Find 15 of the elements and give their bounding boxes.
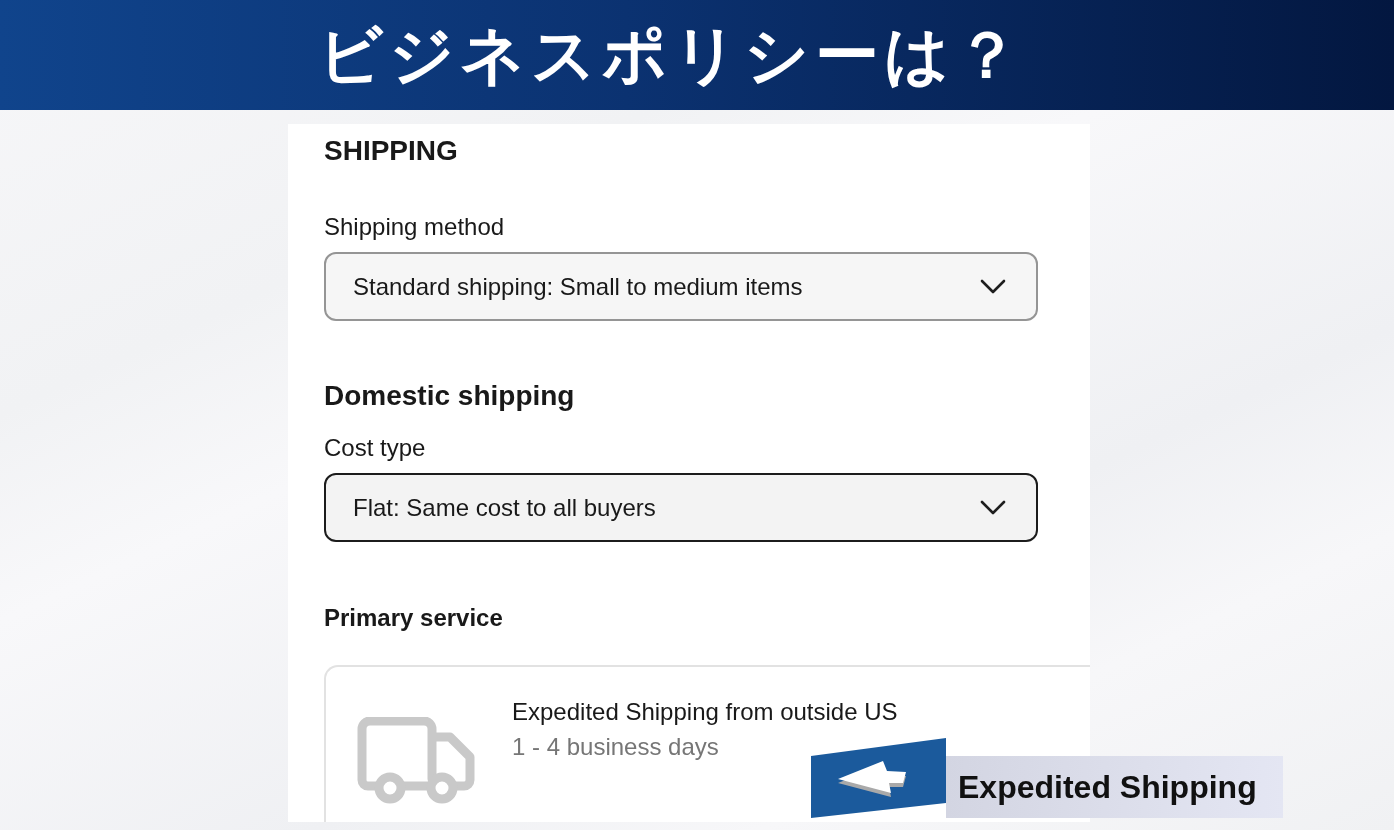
- callout-label: Expedited Shipping: [946, 756, 1283, 818]
- truck-icon: [356, 717, 478, 805]
- section-title: SHIPPING: [324, 134, 458, 168]
- arrow-cursor-icon: [811, 738, 946, 818]
- field-label: Shipping method: [324, 213, 505, 241]
- dropdown[interactable]: Standard shipping: Small to medium items: [324, 252, 1038, 321]
- subsection-title: Domestic shipping: [324, 379, 575, 413]
- chevron-down-icon: [980, 500, 1006, 515]
- primary-service-heading: Primary service: [324, 604, 503, 632]
- banner-title: ビジネスポリシーは？: [318, 17, 1024, 94]
- chevron-down-icon: [980, 279, 1006, 294]
- field-label: Cost type: [324, 434, 426, 462]
- dropdown[interactable]: Flat: Same cost to all buyers: [324, 473, 1038, 542]
- service-name: Expedited Shipping from outside US: [512, 698, 898, 726]
- delivery-time: 1 - 4 business days: [512, 733, 719, 761]
